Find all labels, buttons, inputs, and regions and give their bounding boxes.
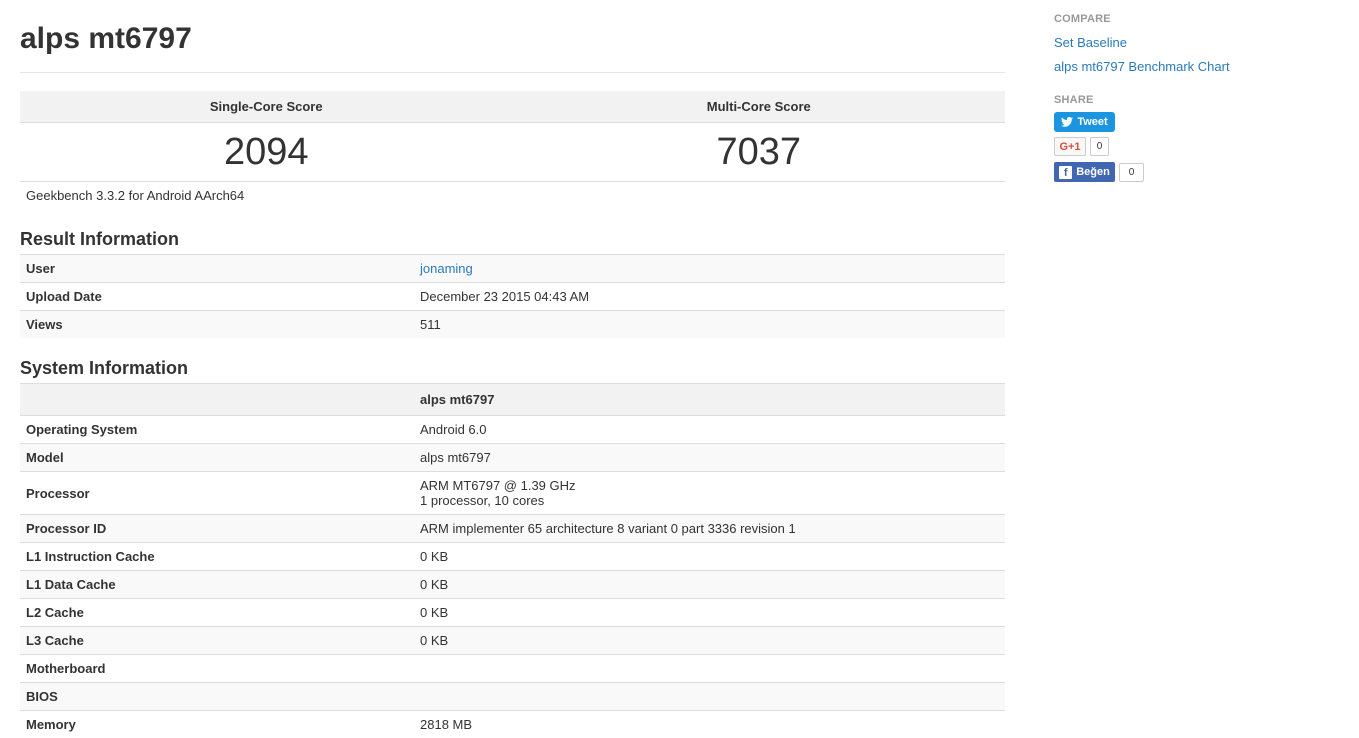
facebook-like-count: 0 [1119,163,1144,182]
processor-cores: 1 processor, 10 cores [420,493,999,508]
title-divider [20,72,1005,73]
tweet-label: Tweet [1077,116,1107,128]
share-heading: SHARE [1054,94,1094,106]
score-table: Single-Core Score Multi-Core Score 2094 … [20,91,1005,182]
google-plus-count: 0 [1090,137,1109,156]
single-core-score: 2094 [20,123,513,181]
row-label: Memory [20,711,414,738]
score-header-row: Single-Core Score Multi-Core Score [20,91,1005,123]
row-value: December 23 2015 04:43 AM [414,283,1005,311]
device-column-header: alps mt6797 [414,384,1005,416]
row-label: L3 Cache [20,627,414,655]
row-label: Processor [20,472,414,515]
row-value: alps mt6797 [414,444,1005,472]
page-title: alps mt6797 [20,0,1005,50]
table-row: Model alps mt6797 [20,444,1005,472]
row-label: BIOS [20,683,414,711]
twitter-bird-icon [1061,117,1073,127]
benchmark-chart-link[interactable]: alps mt6797 Benchmark Chart [1054,59,1230,74]
table-header-row: alps mt6797 [20,384,1005,416]
row-label: Upload Date [20,283,414,311]
table-row: L1 Data Cache 0 KB [20,571,1005,599]
row-value: 2818 MB [414,711,1005,738]
table-row: L3 Cache 0 KB [20,627,1005,655]
main-content: alps mt6797 Single-Core Score Multi-Core… [20,0,1005,50]
row-value: 511 [414,311,1005,339]
row-label: Views [20,311,414,339]
compare-heading: COMPARE [1054,13,1111,25]
table-row: Processor ARM MT6797 @ 1.39 GHz 1 proces… [20,472,1005,515]
row-value: Android 6.0 [414,416,1005,444]
multi-core-label: Multi-Core Score [513,91,1006,122]
row-label: Processor ID [20,515,414,543]
row-value: 0 KB [414,571,1005,599]
tweet-button[interactable]: Tweet [1054,112,1115,132]
table-row: L1 Instruction Cache 0 KB [20,543,1005,571]
google-plus-icon: G+1 [1059,141,1080,153]
row-value: 0 KB [414,543,1005,571]
row-label: Motherboard [20,655,414,683]
user-link[interactable]: jonaming [420,261,473,276]
row-value: 0 KB [414,599,1005,627]
facebook-f-icon: f [1059,166,1072,179]
result-information-table: User jonaming Upload Date December 23 20… [20,254,1005,338]
google-plus-button[interactable]: G+1 [1054,137,1086,156]
row-label: L1 Data Cache [20,571,414,599]
table-row: Operating System Android 6.0 [20,416,1005,444]
table-row: BIOS [20,683,1005,711]
table-row: Views 511 [20,311,1005,339]
table-row: Upload Date December 23 2015 04:43 AM [20,283,1005,311]
table-row: Processor ID ARM implementer 65 architec… [20,515,1005,543]
benchmark-version: Geekbench 3.3.2 for Android AArch64 [26,188,244,203]
row-value [414,683,1005,711]
score-value-row: 2094 7037 [20,123,1005,182]
table-row: L2 Cache 0 KB [20,599,1005,627]
row-label: User [20,255,414,283]
system-information-table: alps mt6797 Operating System Android 6.0… [20,383,1005,738]
row-value: ARM implementer 65 architecture 8 varian… [414,515,1005,543]
row-value [414,655,1005,683]
row-label: Model [20,444,414,472]
row-label: L2 Cache [20,599,414,627]
row-value: ARM MT6797 @ 1.39 GHz 1 processor, 10 co… [414,472,1005,515]
row-label: L1 Instruction Cache [20,543,414,571]
result-information-heading: Result Information [20,229,179,250]
row-label: Operating System [20,416,414,444]
facebook-like-label: Beğen [1076,166,1110,178]
table-row: User jonaming [20,255,1005,283]
row-value: jonaming [414,255,1005,283]
system-information-heading: System Information [20,358,188,379]
row-value: 0 KB [414,627,1005,655]
facebook-like-button[interactable]: f Beğen [1054,162,1115,182]
single-core-label: Single-Core Score [20,91,513,122]
table-row: Memory 2818 MB [20,711,1005,738]
table-row: Motherboard [20,655,1005,683]
multi-core-score: 7037 [513,123,1006,181]
header-empty-cell [20,384,414,416]
set-baseline-link[interactable]: Set Baseline [1054,35,1127,50]
processor-name: ARM MT6797 @ 1.39 GHz [420,478,999,493]
